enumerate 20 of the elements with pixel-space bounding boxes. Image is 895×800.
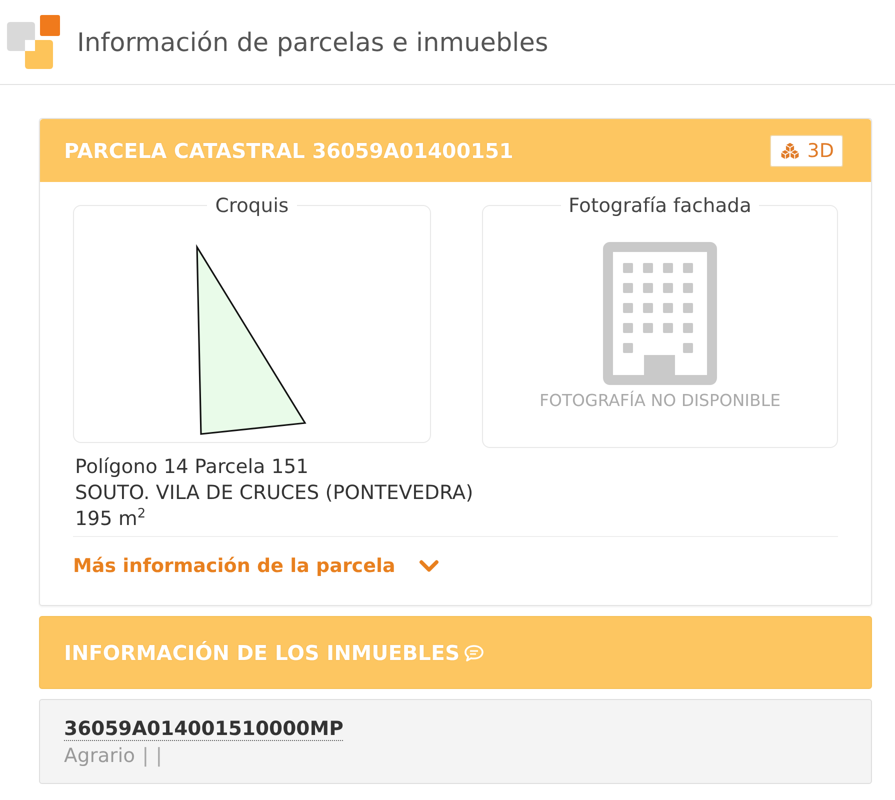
section-title: INFORMACIÓN DE LOS INMUEBLES <box>64 640 460 664</box>
building-icon <box>603 242 717 385</box>
panel-legend: Fotografía fachada <box>560 194 760 217</box>
property-reference-link[interactable]: 36059A014001510000MP <box>64 717 344 741</box>
speech-bubble-icon <box>464 644 484 662</box>
photo-unavailable-text: FOTOGRAFÍA NO DISPONIBLE <box>539 391 780 410</box>
parcel-detail: SOUTO. VILA DE CRUCES (PONTEVEDRA) <box>75 480 474 506</box>
card-title: PARCELA CATASTRAL 36059A01400151 <box>64 138 514 162</box>
cubes-icon <box>779 142 802 160</box>
property-use: Agrario <box>64 744 136 767</box>
separator-text: | <box>156 744 162 767</box>
parcel-detail: 195 m$^{2}$ <box>75 506 147 532</box>
view-3d-button[interactable]: 3D <box>770 134 843 166</box>
chevron-down-icon[interactable] <box>419 560 440 572</box>
more-info-link[interactable]: Más información de la parcela <box>73 555 396 577</box>
page-title: Información de parcelas e inmuebles <box>77 28 548 58</box>
panel-legend: Croquis <box>207 194 297 217</box>
parcel-detail: Polígono 14 Parcela 151 <box>75 454 310 480</box>
separator-text: | <box>142 744 149 767</box>
squares-logo-icon <box>7 15 60 69</box>
